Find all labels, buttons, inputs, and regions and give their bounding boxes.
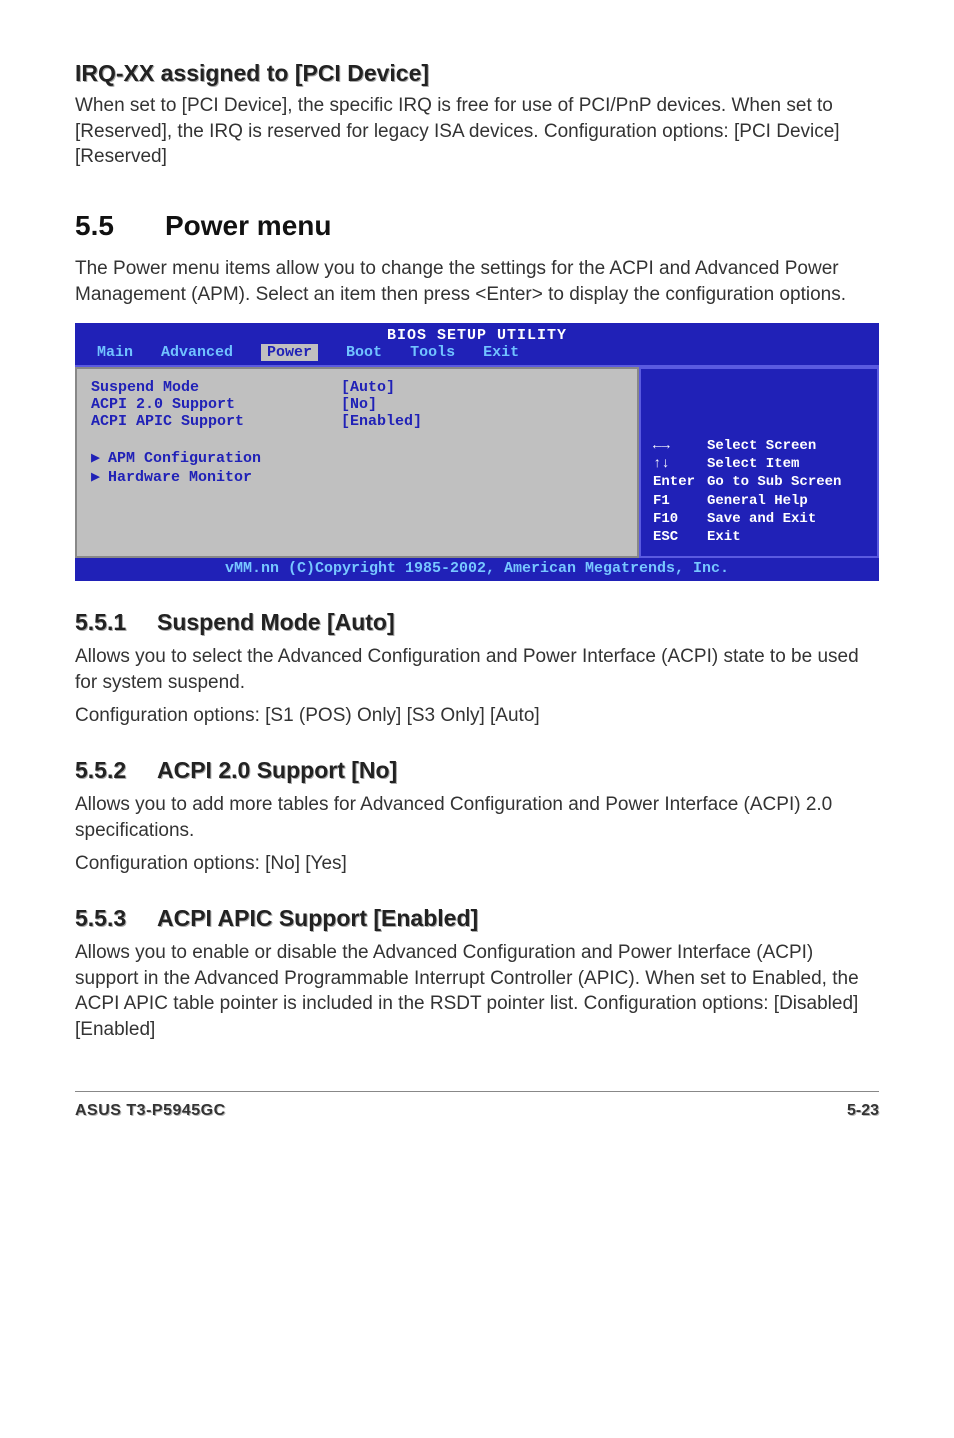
help-desc: Exit [707, 528, 741, 546]
s551-title: Suspend Mode [Auto] [157, 609, 395, 635]
help-key: ESC [653, 528, 699, 546]
power-heading: 5.5Power menu [75, 210, 879, 242]
bios-row[interactable]: Suspend Mode [Auto] [91, 379, 623, 396]
submenu-arrow-icon: ▶ [91, 469, 100, 486]
s553-title: ACPI APIC Support [Enabled] [157, 905, 478, 931]
bios-body: Suspend Mode [Auto] ACPI 2.0 Support [No… [75, 365, 879, 558]
bios-submenu[interactable]: ▶ APM Configuration [91, 448, 623, 467]
s551-num: 5.5.1 [75, 609, 157, 636]
s551-p1: Allows you to select the Advanced Config… [75, 644, 879, 695]
help-line: F10 Save and Exit [653, 510, 865, 528]
help-key: ←→ [653, 437, 699, 455]
s552-title: ACPI 2.0 Support [No] [157, 757, 397, 783]
help-key: F1 [653, 492, 699, 510]
bios-row-value: [Auto] [341, 379, 395, 396]
bios-submenu[interactable]: ▶ Hardware Monitor [91, 467, 623, 486]
bios-row-label: ACPI 2.0 Support [91, 396, 341, 413]
bios-tab-advanced[interactable]: Advanced [161, 344, 233, 361]
page-footer: ASUS T3-P5945GC 5-23 [75, 1091, 879, 1120]
bios-tab-power[interactable]: Power [261, 344, 318, 361]
help-key: Enter [653, 473, 699, 491]
help-desc: Select Screen [707, 437, 816, 455]
s553-num: 5.5.3 [75, 905, 157, 932]
bios-row-value: [No] [341, 396, 377, 413]
bios-tab-exit[interactable]: Exit [483, 344, 519, 361]
bios-submenu-label: APM Configuration [108, 450, 261, 467]
bios-footer: vMM.nn (C)Copyright 1985-2002, American … [75, 558, 879, 581]
help-line: ←→ Select Screen [653, 437, 865, 455]
s552-p1: Allows you to add more tables for Advanc… [75, 792, 879, 843]
help-key: ↑↓ [653, 455, 699, 473]
bios-row-value: [Enabled] [341, 413, 422, 430]
bios-row-label: ACPI APIC Support [91, 413, 341, 430]
s551-heading: 5.5.1Suspend Mode [Auto] [75, 609, 879, 636]
submenu-arrow-icon: ▶ [91, 450, 100, 467]
power-title: Power menu [165, 210, 331, 241]
s552-num: 5.5.2 [75, 757, 157, 784]
s553-p1: Allows you to enable or disable the Adva… [75, 940, 879, 1043]
help-line: ESC Exit [653, 528, 865, 546]
footer-page-number: 5-23 [847, 1102, 879, 1120]
bios-tab-main[interactable]: Main [97, 344, 133, 361]
help-line: F1 General Help [653, 492, 865, 510]
footer-product: ASUS T3-P5945GC [75, 1102, 226, 1120]
help-desc: Select Item [707, 455, 799, 473]
help-key: F10 [653, 510, 699, 528]
bios-left-panel: Suspend Mode [Auto] ACPI 2.0 Support [No… [75, 367, 639, 558]
bios-help: ←→ Select Screen ↑↓ Select Item Enter Go to… [653, 437, 865, 546]
power-intro: The Power menu items allow you to change… [75, 256, 879, 307]
s551-p2: Configuration options: [S1 (POS) Only] [… [75, 703, 879, 729]
help-desc: Go to Sub Screen [707, 473, 841, 491]
bios-tab-tools[interactable]: Tools [410, 344, 455, 361]
s552-heading: 5.5.2ACPI 2.0 Support [No] [75, 757, 879, 784]
bios-submenu-label: Hardware Monitor [108, 469, 252, 486]
bios-screenshot: BIOS SETUP UTILITY Main Advanced Power B… [75, 323, 879, 581]
irq-heading: IRQ-XX assigned to [PCI Device] [75, 60, 879, 87]
bios-row[interactable]: ACPI 2.0 Support [No] [91, 396, 623, 413]
bios-row[interactable]: ACPI APIC Support [Enabled] [91, 413, 623, 430]
help-line: ↑↓ Select Item [653, 455, 865, 473]
s553-heading: 5.5.3ACPI APIC Support [Enabled] [75, 905, 879, 932]
help-desc: General Help [707, 492, 808, 510]
bios-right-panel: ←→ Select Screen ↑↓ Select Item Enter Go to… [639, 367, 879, 558]
help-desc: Save and Exit [707, 510, 816, 528]
bios-title: BIOS SETUP UTILITY [75, 323, 879, 344]
help-line: Enter Go to Sub Screen [653, 473, 865, 491]
s552-p2: Configuration options: [No] [Yes] [75, 851, 879, 877]
bios-tab-boot[interactable]: Boot [346, 344, 382, 361]
power-num: 5.5 [75, 210, 165, 242]
bios-row-label: Suspend Mode [91, 379, 341, 396]
bios-tabs: Main Advanced Power Boot Tools Exit [75, 344, 879, 365]
irq-text: When set to [PCI Device], the specific I… [75, 93, 879, 170]
